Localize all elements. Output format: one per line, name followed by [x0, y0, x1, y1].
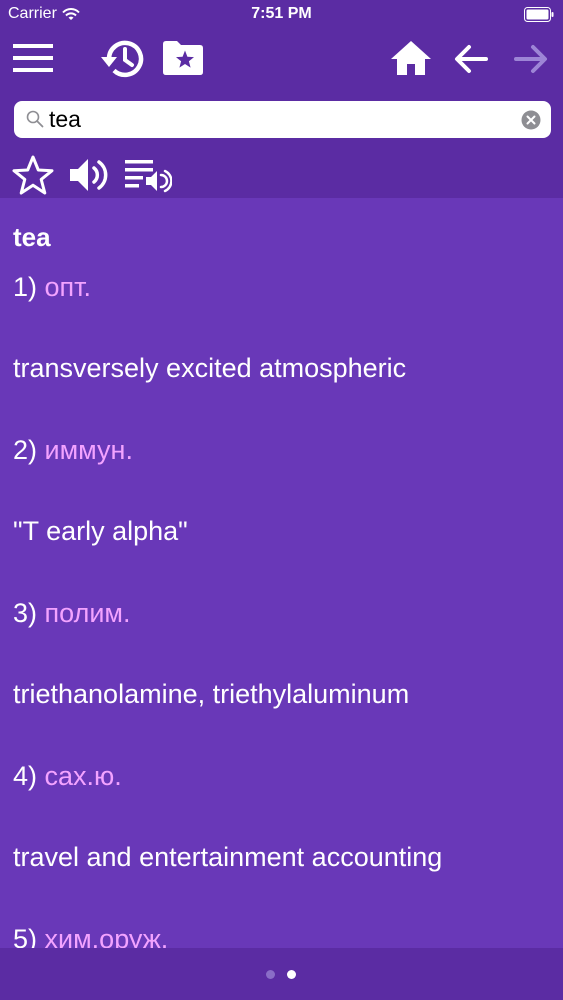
- sense-label: сах.ю.: [44, 761, 122, 791]
- search-input[interactable]: [49, 103, 509, 136]
- menu-icon[interactable]: [13, 44, 53, 72]
- sense-number: 4): [13, 761, 38, 791]
- page-dot-2[interactable]: [287, 970, 296, 979]
- sense-label: полим.: [44, 598, 131, 628]
- playlist-audio-icon[interactable]: [124, 158, 172, 194]
- sense-2-text: "T early alpha": [13, 516, 188, 546]
- toolbar: [0, 30, 563, 198]
- sense-number: 1): [13, 272, 38, 302]
- page-dot-1[interactable]: [266, 970, 275, 979]
- sense-label: опт.: [44, 272, 92, 302]
- sense-number: 3): [13, 598, 38, 628]
- sense-3-text: triethanolamine, triethylaluminum: [13, 679, 410, 709]
- page-indicator: [0, 948, 563, 1000]
- sense-1-text: transversely excited atmospheric: [13, 353, 407, 383]
- sense-4-text: travel and entertainment accounting: [13, 842, 443, 872]
- search-box: [14, 101, 551, 138]
- sense-2-header: 2) иммун.: [13, 435, 133, 466]
- sense-number: 5): [13, 924, 38, 948]
- history-icon[interactable]: [100, 38, 146, 80]
- battery-icon: [524, 7, 554, 22]
- headword: tea: [13, 222, 51, 252]
- clear-search-icon[interactable]: [521, 110, 541, 130]
- dictionary-entry: tea 1) опт. transversely excited atmosph…: [0, 198, 563, 948]
- sense-label: хим.оруж.: [44, 924, 169, 948]
- status-bar: Carrier 7:51 PM: [0, 0, 563, 30]
- star-icon[interactable]: [12, 155, 54, 195]
- sense-1-header: 1) опт.: [13, 272, 91, 303]
- sense-3-header: 3) полим.: [13, 598, 130, 629]
- home-icon[interactable]: [390, 40, 432, 76]
- search-icon: [26, 110, 44, 128]
- sense-4-header: 4) сах.ю.: [13, 761, 122, 792]
- status-time: 7:51 PM: [251, 5, 312, 22]
- forward-arrow-icon[interactable]: [514, 44, 548, 74]
- sense-label: иммун.: [44, 435, 133, 465]
- back-arrow-icon[interactable]: [454, 44, 488, 74]
- sense-number: 2): [13, 435, 38, 465]
- favorites-folder-icon[interactable]: [162, 40, 204, 76]
- speaker-icon[interactable]: [68, 156, 112, 194]
- sense-5-header: 5) хим.оруж.: [13, 924, 168, 948]
